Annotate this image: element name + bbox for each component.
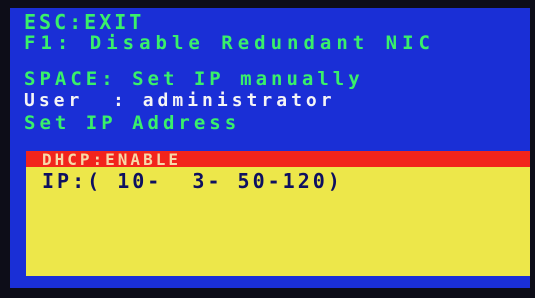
space-set-ip-hint[interactable]: SPACE: Set IP manually: [24, 70, 364, 89]
ip-address-field[interactable]: IP:( 10- 3- 50-120): [42, 171, 343, 191]
set-ip-address-heading: Set IP Address: [24, 112, 241, 134]
esc-exit-hint[interactable]: ESC:EXIT: [24, 12, 144, 32]
dhcp-option-label: DHCP:ENABLE: [42, 150, 181, 169]
dhcp-option-highlight[interactable]: DHCP:ENABLE: [26, 150, 530, 169]
bios-screen: ESC:EXIT F1: Disable Redundant NIC SPACE…: [10, 8, 530, 288]
user-label: User : administrator: [24, 90, 336, 111]
ip-config-panel: DHCP:ENABLE IP:( 10- 3- 50-120): [26, 151, 530, 276]
f1-disable-nic-hint[interactable]: F1: Disable Redundant NIC: [24, 34, 435, 53]
